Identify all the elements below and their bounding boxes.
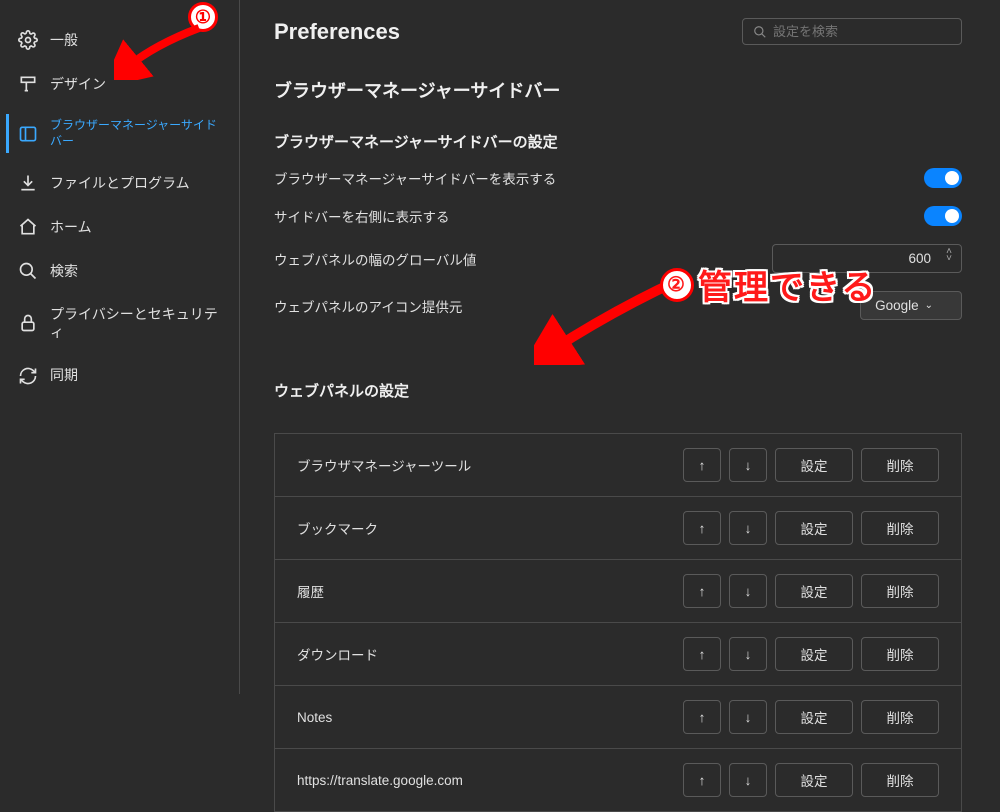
search-input[interactable] [773,24,951,39]
sidebar-item-label: ファイルとプログラム [50,174,190,192]
panel-label: ブラウザマネージャーツール [297,455,683,475]
move-up-button[interactable]: ↑ [683,574,721,608]
gear-icon [18,30,38,50]
panel-label: Notes [297,710,683,725]
main-content: Preferences ブラウザーマネージャーサイドバー ブラウザーマネージャー… [240,0,1000,694]
delete-button[interactable]: 削除 [861,448,939,482]
delete-button[interactable]: 削除 [861,700,939,734]
settings-button[interactable]: 設定 [775,448,853,482]
sidebar-item-label: 検索 [50,262,78,280]
row-label: ブラウザーマネージャーサイドバーを表示する [274,168,556,188]
move-down-button[interactable]: ↓ [729,763,767,797]
move-down-button[interactable]: ↓ [729,574,767,608]
chevron-down-icon: ⌄ [925,300,933,311]
panel-row: Notes ↑ ↓ 設定 削除 [274,685,962,749]
panel-row: https://translate.google.com ↑ ↓ 設定 削除 [274,748,962,812]
settings-button[interactable]: 設定 [775,700,853,734]
row-sidebar-right: サイドバーを右側に表示する [274,206,962,226]
panel-label: ブックマーク [297,518,683,538]
settings-button[interactable]: 設定 [775,574,853,608]
row-label: サイドバーを右側に表示する [274,206,450,226]
sidebar-item-label: 同期 [50,366,78,384]
row-label: ウェブパネルの幅のグローバル値 [274,249,476,269]
panel-label: ダウンロード [297,644,683,664]
delete-button[interactable]: 削除 [861,763,939,797]
home-icon [18,217,38,237]
topbar: Preferences [274,18,962,45]
sidebar-item-privacy-security[interactable]: プライバシーとセキュリティ [0,293,239,353]
page-title: Preferences [274,19,400,45]
panel-row: ダウンロード ↑ ↓ 設定 削除 [274,622,962,686]
move-down-button[interactable]: ↓ [729,700,767,734]
subsection-heading-panels: ウェブパネルの設定 [274,380,962,401]
move-down-button[interactable]: ↓ [729,511,767,545]
sidebar-item-label: プライバシーとセキュリティ [50,305,221,341]
sidebar-item-label: 一般 [50,31,78,49]
lock-icon [18,313,38,333]
panel-row: 履歴 ↑ ↓ 設定 削除 [274,559,962,623]
download-icon [18,173,38,193]
sidebar-item-label: デザイン [50,75,106,93]
panel-row: ブックマーク ↑ ↓ 設定 削除 [274,496,962,560]
sidebar-item-home[interactable]: ホーム [0,205,239,249]
sync-icon [18,366,38,386]
move-up-button[interactable]: ↑ [683,700,721,734]
move-down-button[interactable]: ↓ [729,448,767,482]
row-label: ウェブパネルのアイコン提供元 [274,296,462,316]
sidebar-item-label: ブラウザーマネージャーサイドバー [50,118,221,149]
annotation-text-2: ② 管理できる [660,260,877,309]
move-up-button[interactable]: ↑ [683,637,721,671]
delete-button[interactable]: 削除 [861,637,939,671]
move-down-button[interactable]: ↓ [729,637,767,671]
section-heading: ブラウザーマネージャーサイドバー [274,77,962,103]
settings-button[interactable]: 設定 [775,763,853,797]
move-up-button[interactable]: ↑ [683,448,721,482]
search-icon [753,25,767,39]
brush-icon [18,74,38,94]
move-up-button[interactable]: ↑ [683,763,721,797]
panel-label: https://translate.google.com [297,773,683,788]
toggle-sidebar-right[interactable] [924,206,962,226]
dropdown-value: Google [875,298,919,313]
subsection-heading: ブラウザーマネージャーサイドバーの設定 [274,131,962,152]
delete-button[interactable]: 削除 [861,511,939,545]
sidebar-item-sync[interactable]: 同期 [0,354,239,398]
panel-icon [18,124,38,144]
panel-row: ブラウザマネージャーツール ↑ ↓ 設定 削除 [274,433,962,497]
sidebar-item-label: ホーム [50,218,92,236]
toggle-show-sidebar[interactable] [924,168,962,188]
sidebar-item-design[interactable]: デザイン [0,62,239,106]
sidebar-item-files-programs[interactable]: ファイルとプログラム [0,161,239,205]
settings-button[interactable]: 設定 [775,637,853,671]
panel-list: ブラウザマネージャーツール ↑ ↓ 設定 削除 ブックマーク ↑ ↓ 設定 削除… [274,433,962,811]
annotation-circle-2: ② [660,268,694,302]
delete-button[interactable]: 削除 [861,574,939,608]
panel-label: 履歴 [297,581,683,601]
sidebar-item-search[interactable]: 検索 [0,249,239,293]
search-icon [18,261,38,281]
sidebar: 一般 デザイン ブラウザーマネージャーサイドバー ファイルとプログラム ホーム … [0,0,240,694]
search-settings[interactable] [742,18,962,45]
settings-button[interactable]: 設定 [775,511,853,545]
move-up-button[interactable]: ↑ [683,511,721,545]
sidebar-item-browser-manager-sidebar[interactable]: ブラウザーマネージャーサイドバー [0,106,239,161]
row-show-sidebar: ブラウザーマネージャーサイドバーを表示する [274,168,962,188]
annotation-circle-1: ① [188,2,218,32]
